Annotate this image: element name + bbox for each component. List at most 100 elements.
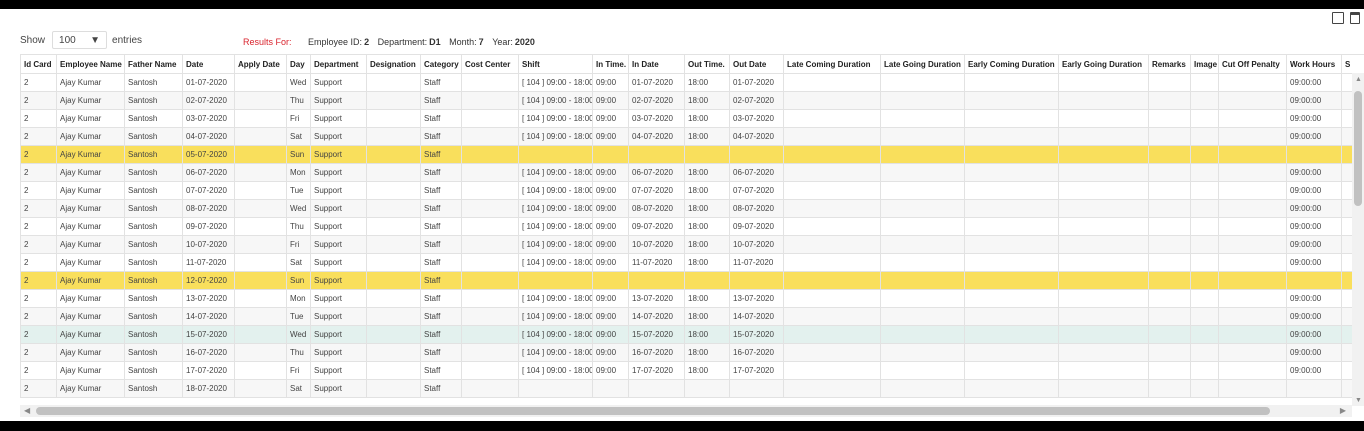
column-header-late-going-duration[interactable]: Late Going Duration [880, 54, 965, 74]
table-row[interactable]: 2 Ajay Kumar Santosh 02-07-2020 Thu Support St… [20, 91, 1364, 110]
scroll-up-icon[interactable]: ▲ [1355, 76, 1362, 83]
cell-early-coming-duration [964, 109, 1059, 128]
table-row[interactable]: 2 Ajay Kumar Santosh 10-07-2020 Fri Support St… [20, 235, 1364, 254]
cell-out-date: 07-07-2020 [729, 181, 784, 200]
cell-in-time: 09:00 [592, 235, 629, 254]
cell-in-date: 06-07-2020 [628, 163, 685, 182]
export-icon[interactable] [1332, 12, 1344, 24]
cell-shift: [ 104 ] 09:00 - 18:00 [518, 73, 593, 92]
column-header-father-name[interactable]: Father Name [124, 54, 183, 74]
column-header-late-coming-duration[interactable]: Late Coming Duration [783, 54, 881, 74]
table-row[interactable]: 2 Ajay Kumar Santosh 03-07-2020 Fri Support St… [20, 109, 1364, 128]
column-header-out-date[interactable]: Out Date [729, 54, 784, 74]
column-header-in-time[interactable]: In Time. [592, 54, 629, 74]
cell-late-coming-duration [783, 217, 881, 236]
table-row[interactable]: 2 Ajay Kumar Santosh 11-07-2020 Sat Support St… [20, 253, 1364, 272]
cell-early-going-duration [1058, 253, 1149, 272]
cell-work-hours [1286, 379, 1342, 398]
cell-department: Support [310, 91, 367, 110]
cell-designation [366, 91, 421, 110]
column-header-early-coming-duration[interactable]: Early Coming Duration [964, 54, 1059, 74]
table-row[interactable]: 2 Ajay Kumar Santosh 16-07-2020 Thu Support St… [20, 343, 1364, 362]
column-header-department[interactable]: Department [310, 54, 367, 74]
table-row[interactable]: 2 Ajay Kumar Santosh 09-07-2020 Thu Support St… [20, 217, 1364, 236]
table-row[interactable]: 2 Ajay Kumar Santosh 07-07-2020 Tue Support St… [20, 181, 1364, 200]
column-header-employee-name[interactable]: Employee Name [56, 54, 125, 74]
vertical-scrollbar[interactable]: ▲ ▼ [1352, 73, 1364, 406]
cell-date: 16-07-2020 [182, 343, 235, 362]
cell-out-time [684, 379, 730, 398]
cell-late-coming-duration [783, 181, 881, 200]
column-header-designation[interactable]: Designation [366, 54, 421, 74]
cell-date: 13-07-2020 [182, 289, 235, 308]
scroll-left-icon[interactable]: ◀ [24, 406, 30, 415]
column-header-in-date[interactable]: In Date [628, 54, 685, 74]
cell-early-going-duration [1058, 73, 1149, 92]
cell-cut-off-penalty [1218, 271, 1287, 290]
cell-early-going-duration [1058, 379, 1149, 398]
column-header-day[interactable]: Day [286, 54, 311, 74]
table-row[interactable]: 2 Ajay Kumar Santosh 18-07-2020 Sat Support St… [20, 379, 1364, 398]
table-row[interactable]: 2 Ajay Kumar Santosh 05-07-2020 Sun Support St… [20, 145, 1364, 164]
trash-icon[interactable] [1350, 12, 1360, 24]
horizontal-scrollbar[interactable]: ◀ ▶ [20, 405, 1352, 417]
column-header-s[interactable]: S [1341, 54, 1364, 74]
cell-employee-name: Ajay Kumar [56, 199, 125, 218]
cell-early-going-duration [1058, 145, 1149, 164]
cell-category: Staff [420, 343, 462, 362]
cell-father-name: Santosh [124, 307, 183, 326]
toolbar-icons [1332, 12, 1360, 24]
table-row[interactable]: 2 Ajay Kumar Santosh 17-07-2020 Fri Support St… [20, 361, 1364, 380]
cell-father-name: Santosh [124, 199, 183, 218]
column-header-date[interactable]: Date [182, 54, 235, 74]
column-header-early-going-duration[interactable]: Early Going Duration [1058, 54, 1149, 74]
cell-father-name: Santosh [124, 253, 183, 272]
column-header-image[interactable]: Image [1190, 54, 1219, 74]
cell-cut-off-penalty [1218, 181, 1287, 200]
cell-in-time: 09:00 [592, 325, 629, 344]
cell-category: Staff [420, 289, 462, 308]
cell-cost-center [461, 289, 519, 308]
column-header-out-time[interactable]: Out Time. [684, 54, 730, 74]
column-header-shift[interactable]: Shift [518, 54, 593, 74]
column-header-remarks[interactable]: Remarks [1148, 54, 1191, 74]
entries-select[interactable]: 100 ▼ [52, 31, 108, 49]
cell-work-hours: 09:00:00 [1286, 361, 1342, 380]
cell-day: Thu [286, 91, 311, 110]
cell-remarks [1148, 379, 1191, 398]
cell-cut-off-penalty [1218, 217, 1287, 236]
cell-in-date: 10-07-2020 [628, 235, 685, 254]
cell-out-time: 18:00 [684, 181, 730, 200]
cell-out-date: 08-07-2020 [729, 199, 784, 218]
table-row[interactable]: 2 Ajay Kumar Santosh 12-07-2020 Sun Support St… [20, 271, 1364, 290]
cell-late-going-duration [880, 163, 965, 182]
cell-remarks [1148, 253, 1191, 272]
horizontal-scroll-thumb[interactable] [36, 407, 1270, 415]
column-header-work-hours[interactable]: Work Hours [1286, 54, 1342, 74]
cell-date: 04-07-2020 [182, 127, 235, 146]
column-header-id-card[interactable]: Id Card [20, 54, 57, 74]
column-header-cost-center[interactable]: Cost Center [461, 54, 519, 74]
cell-id-card: 2 [20, 199, 57, 218]
table-row[interactable]: 2 Ajay Kumar Santosh 08-07-2020 Wed Support St… [20, 199, 1364, 218]
column-header-cut-off-penalty[interactable]: Cut Off Penalty [1218, 54, 1287, 74]
vertical-scroll-thumb[interactable] [1354, 91, 1362, 206]
table-row[interactable]: 2 Ajay Kumar Santosh 01-07-2020 Wed Support St… [20, 73, 1364, 92]
table-row[interactable]: 2 Ajay Kumar Santosh 04-07-2020 Sat Support St… [20, 127, 1364, 146]
scroll-down-icon[interactable]: ▼ [1355, 397, 1362, 404]
table-row[interactable]: 2 Ajay Kumar Santosh 13-07-2020 Mon Support St… [20, 289, 1364, 308]
table-row[interactable]: 2 Ajay Kumar Santosh 14-07-2020 Tue Support St… [20, 307, 1364, 326]
table-row[interactable]: 2 Ajay Kumar Santosh 15-07-2020 Wed Support St… [20, 325, 1364, 344]
employee-key: Employee ID: [308, 37, 363, 47]
cell-employee-name: Ajay Kumar [56, 181, 125, 200]
table-row[interactable]: 2 Ajay Kumar Santosh 06-07-2020 Mon Support St… [20, 163, 1364, 182]
cell-cost-center [461, 271, 519, 290]
cell-employee-name: Ajay Kumar [56, 163, 125, 182]
column-header-apply-date[interactable]: Apply Date [234, 54, 287, 74]
cell-father-name: Santosh [124, 217, 183, 236]
cell-cut-off-penalty [1218, 199, 1287, 218]
column-header-category[interactable]: Category [420, 54, 462, 74]
cell-early-coming-duration [964, 271, 1059, 290]
scroll-right-icon[interactable]: ▶ [1340, 406, 1346, 415]
cell-remarks [1148, 343, 1191, 362]
